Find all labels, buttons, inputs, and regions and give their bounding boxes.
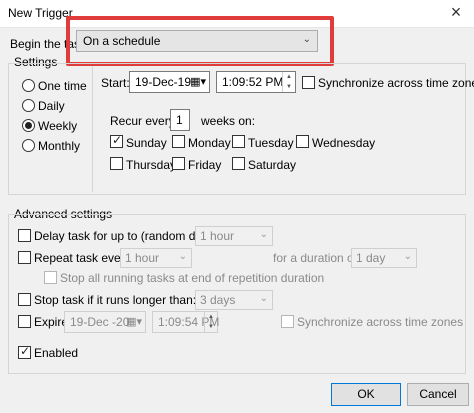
delay-select[interactable]: 1 hour ⌄ [195,226,273,246]
expire-time-field[interactable]: 1:09:54 PM ▲ ▼ [152,311,219,333]
time-spinner-icon[interactable]: ▲ ▼ [204,312,217,332]
recur-weeks-value: 1 [176,113,183,127]
start-date-value: 19-Dec-19 [135,75,192,89]
expire-sync-checkbox[interactable] [281,315,294,328]
day-saturday-checkbox[interactable] [232,157,245,170]
checkmark-icon: ✓ [20,344,31,358]
checkmark-icon: ✓ [112,133,123,147]
start-date-picker[interactable]: 19-Dec-19 ▦▾ [129,71,210,93]
day-sunday-label: Sunday [126,136,167,150]
chevron-down-icon: ⌄ [259,229,268,240]
expire-sync-label: Synchronize across time zones [297,315,464,329]
repeat-task-checkbox[interactable] [18,251,31,264]
day-tuesday-label: Tuesday [248,136,294,150]
radio-daily-label: Daily [38,99,65,113]
day-sunday-checkbox[interactable]: ✓ [110,133,123,148]
close-icon[interactable]: × [446,2,466,22]
stop-longer-value: 3 days [200,293,236,307]
start-time-value: 1:09:52 PM [222,75,284,89]
sync-timezones-label: Synchronize across time zones [318,76,474,90]
highlight-annotation [66,16,334,66]
calendar-icon[interactable]: ▦▾ [126,315,142,328]
stop-all-checkbox[interactable] [44,271,57,284]
duration-value: 1 day [356,251,386,265]
day-tuesday-checkbox[interactable] [232,135,245,148]
duration-label: for a duration of: [273,251,361,265]
cancel-button[interactable]: Cancel [407,383,469,406]
enabled-label: Enabled [34,346,79,360]
radio-weekly-label: Weekly [38,119,78,133]
stop-all-label: Stop all running tasks at end of repetit… [60,271,325,285]
time-spinner-icon[interactable]: ▲ ▼ [282,72,295,92]
recur-weeks-input[interactable]: 1 [170,109,190,131]
ok-button[interactable]: OK [331,383,401,406]
stop-longer-select[interactable]: 3 days ⌄ [195,290,273,310]
chevron-down-icon: ⌄ [178,251,187,262]
delay-value: 1 hour [200,229,235,243]
radio-weekly[interactable] [22,119,35,132]
day-wednesday-checkbox[interactable] [296,135,309,148]
radio-one-time[interactable] [22,79,35,92]
radio-monthly-label: Monthly [38,139,81,153]
day-saturday-label: Saturday [248,158,297,172]
day-monday-checkbox[interactable] [172,135,185,148]
recur-label: Recur every: [110,114,179,128]
enabled-checkbox[interactable]: ✓ [18,344,31,359]
calendar-icon[interactable]: ▦▾ [190,75,206,88]
expire-date-value: 19-Dec -20 [70,315,130,329]
day-friday-checkbox[interactable] [172,157,185,170]
radio-daily[interactable] [22,99,35,112]
repeat-value: 1 hour [125,251,160,265]
recur-suffix-label: weeks on: [201,114,256,128]
day-wednesday-label: Wednesday [312,136,376,150]
start-label: Start: [101,76,130,90]
duration-select[interactable]: 1 day ⌄ [351,248,417,268]
repeat-select[interactable]: 1 hour ⌄ [120,248,192,268]
day-friday-label: Friday [188,158,222,172]
delay-task-checkbox[interactable] [18,229,31,242]
day-thursday-label: Thursday [126,158,177,172]
window-title: New Trigger [8,6,73,20]
chevron-down-icon: ⌄ [403,251,412,262]
start-time-field[interactable]: 1:09:52 PM ▲ ▼ [216,71,296,93]
day-thursday-checkbox[interactable] [110,157,123,170]
stop-longer-label: Stop task if it runs longer than: [34,293,197,307]
chevron-down-icon: ⌄ [259,293,268,304]
stop-longer-checkbox[interactable] [18,293,31,306]
radio-one-time-label: One time [38,79,87,93]
day-monday-label: Monday [188,136,231,150]
expire-date-picker[interactable]: 19-Dec -20 ▦▾ [64,311,146,333]
sync-timezones-checkbox[interactable] [302,76,315,89]
expire-checkbox[interactable] [18,315,31,328]
settings-divider [92,66,93,192]
radio-monthly[interactable] [22,139,35,152]
